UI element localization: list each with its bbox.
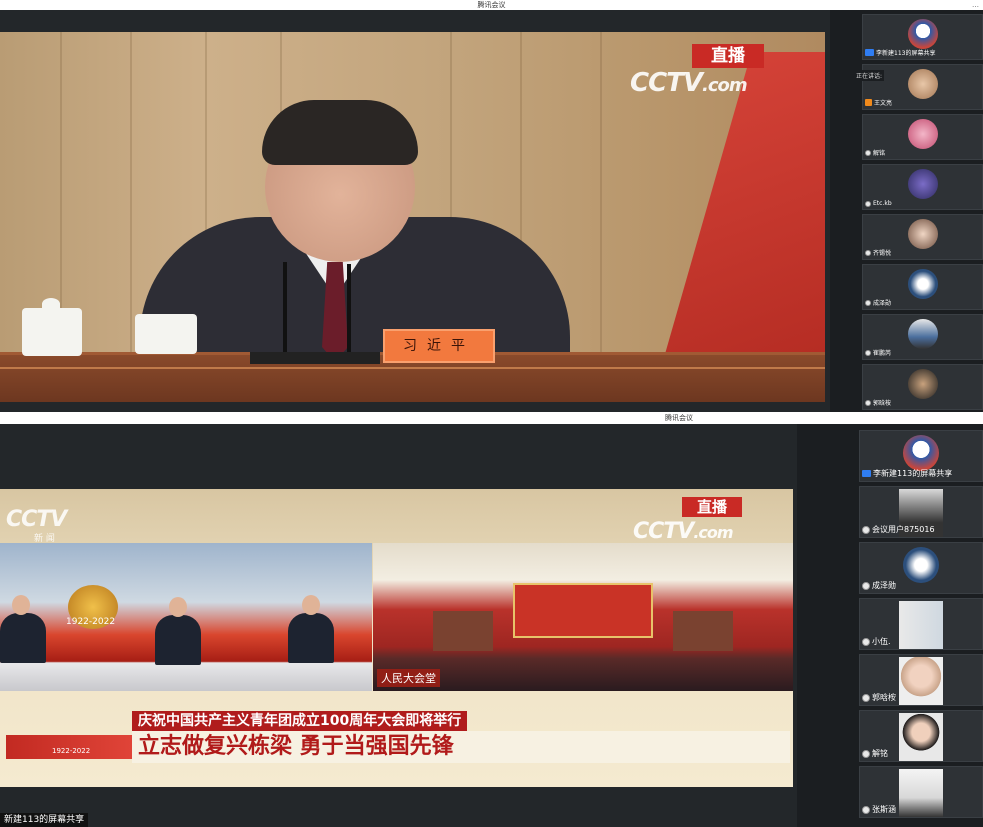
participant-tile[interactable]: 会议用户875016 xyxy=(859,486,983,538)
cctv-logo: CCTV.com xyxy=(633,519,734,544)
cctv-logo: CCTV.com xyxy=(630,68,748,98)
teacup xyxy=(22,308,82,356)
participant-video xyxy=(899,713,943,761)
mic-off-icon xyxy=(862,805,870,814)
shared-video[interactable]: 习近平 直播 CCTV.com xyxy=(0,32,825,402)
window-menu-icon[interactable]: … xyxy=(972,0,979,10)
participant-video xyxy=(899,769,943,817)
window-titlebar: 腾讯会议 … xyxy=(0,0,983,10)
headline-main: 立志做复兴栋梁 勇于当强国先锋 xyxy=(132,731,790,763)
mic-off-icon xyxy=(865,249,871,256)
share-footer-label: 新建113的屏幕共享 xyxy=(0,813,89,827)
participant-tile[interactable]: 李新建113的屏幕共享 xyxy=(862,14,983,60)
mic-off-icon xyxy=(862,581,870,590)
location-label: 人民大会堂 xyxy=(377,669,440,687)
avatar xyxy=(907,369,938,399)
avatar xyxy=(903,547,939,583)
great-hall-inset: 人民大会堂 xyxy=(373,543,793,691)
mic-off-icon xyxy=(862,693,870,702)
avatar xyxy=(903,435,939,471)
participant-tile[interactable]: 解铭 xyxy=(859,710,983,762)
nameplate: 习近平 xyxy=(383,329,495,363)
window-titlebar: 腾讯会议 xyxy=(0,412,983,424)
participant-tile[interactable]: 郭晗桉 xyxy=(862,364,983,410)
window-title: 腾讯会议 xyxy=(665,414,693,422)
microphone xyxy=(283,262,287,362)
participant-tile[interactable]: 齐锡悦 xyxy=(862,214,983,260)
participant-video xyxy=(899,657,943,705)
participant-tile[interactable]: Etc.kb xyxy=(862,164,983,210)
window-title: 腾讯会议 xyxy=(477,1,506,9)
headline-top: 庆祝中国共产主义青年团成立100周年大会即将举行 xyxy=(132,711,468,731)
live-badge: 直播 xyxy=(692,44,764,68)
meeting-window-2: 腾讯会议 CCTV 新 闻 直播 CCTV.com 1922-2022 人民大会… xyxy=(0,412,983,827)
mic-off-icon xyxy=(865,349,871,356)
screen-share-icon xyxy=(862,470,871,477)
meeting-window-1: 腾讯会议 … 习近平 直播 CCTV.com 正在讲话: 李新建113的屏幕共享… xyxy=(0,0,983,414)
mic-off-icon xyxy=(862,637,870,646)
avatar xyxy=(907,19,938,49)
studio-inset: 1922-2022 xyxy=(0,543,372,691)
avatar xyxy=(907,319,938,349)
mic-off-icon xyxy=(865,399,871,406)
avatar xyxy=(907,269,938,299)
participant-tile[interactable]: 成泽勋 xyxy=(859,542,983,594)
live-badge: 直播 xyxy=(682,497,742,517)
participant-tile[interactable]: 崔鹏芮 xyxy=(862,314,983,360)
participant-tile[interactable]: 张斯涵 xyxy=(859,766,983,818)
shared-screen-stage: 习近平 直播 CCTV.com xyxy=(0,10,830,414)
participant-tile[interactable]: 郭晗桉 xyxy=(859,654,983,706)
avatar xyxy=(907,119,938,149)
red-flag xyxy=(657,52,825,382)
mic-off-icon xyxy=(865,149,871,156)
avatar xyxy=(907,69,938,99)
speaking-label: 正在讲话: xyxy=(854,70,885,81)
participant-tile[interactable]: 李新建113的屏幕共享 xyxy=(859,430,983,482)
screen-share-icon xyxy=(865,49,874,56)
host-icon xyxy=(865,99,872,106)
cctv-news-logo: CCTV xyxy=(6,507,67,532)
emblem-years: 1922-2022 xyxy=(66,617,116,627)
mic-off-icon xyxy=(862,749,870,758)
mic-off-icon xyxy=(862,525,870,534)
mic-off-icon xyxy=(865,299,871,306)
shared-video[interactable]: CCTV 新 闻 直播 CCTV.com 1922-2022 人民大会堂 192… xyxy=(0,489,793,787)
mic-off-icon xyxy=(865,200,871,207)
headline-logo: 1922-2022 xyxy=(6,735,132,759)
participant-video xyxy=(899,601,943,649)
participant-tile[interactable]: 解铭 xyxy=(862,114,983,160)
participant-panel: 正在讲话: 李新建113的屏幕共享 王文亮 解铭 Etc.kb 齐锡悦 成泽勋 … xyxy=(830,10,983,414)
participant-tile[interactable]: 成泽勋 xyxy=(862,264,983,310)
participant-panel: 李新建113的屏幕共享 会议用户875016 成泽勋 小伍. 郭晗桉 解铭 张斯… xyxy=(797,424,983,827)
avatar xyxy=(907,169,938,199)
avatar xyxy=(907,219,938,249)
participant-tile[interactable]: 小伍. xyxy=(859,598,983,650)
shared-screen-stage: CCTV 新 闻 直播 CCTV.com 1922-2022 人民大会堂 192… xyxy=(0,424,797,827)
